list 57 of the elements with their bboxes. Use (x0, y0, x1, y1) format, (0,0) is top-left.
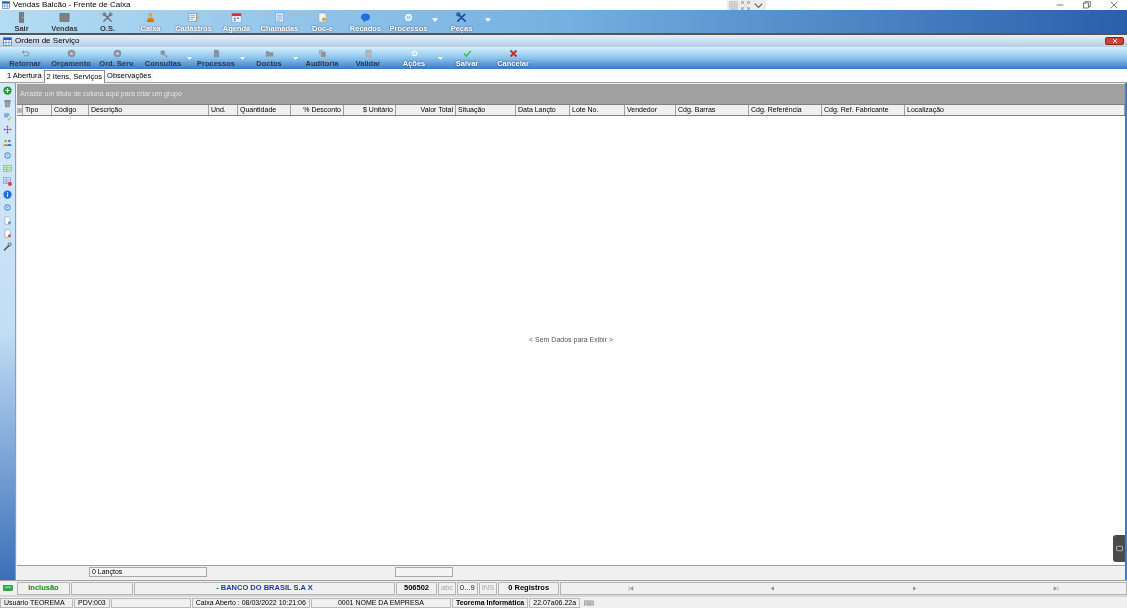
last-page-icon[interactable] (1051, 584, 1059, 592)
keyboard-icon (583, 597, 596, 608)
list-document-icon (363, 49, 373, 58)
window-title: Vendas Balcão - Frente de Caixa (13, 0, 131, 10)
previous-icon[interactable] (769, 584, 777, 592)
first-page-icon[interactable] (628, 584, 636, 592)
document-icon (317, 12, 328, 23)
document-icon[interactable] (3, 216, 12, 225)
fullscreen-icon[interactable] (741, 0, 750, 10)
tools-icon (456, 12, 467, 23)
chevron-down-icon[interactable] (753, 0, 764, 10)
calendar-icon (231, 12, 242, 23)
caret-icon[interactable] (485, 18, 491, 22)
status-light-icon (3, 583, 13, 593)
minimize-icon (1055, 1, 1064, 9)
status-panel (71, 581, 133, 595)
documents-icon (317, 49, 327, 58)
folder-icon (264, 49, 274, 58)
grid-icon[interactable] (729, 0, 738, 10)
speech-bubble-icon (360, 12, 371, 23)
info-icon[interactable] (3, 190, 12, 199)
ring-icon[interactable] (3, 203, 12, 212)
ring-icon[interactable] (3, 151, 12, 160)
table-icon[interactable] (3, 164, 12, 173)
form-title: Ordem de Serviço (15, 35, 80, 47)
check-icon (462, 49, 472, 58)
document-icon (211, 49, 221, 58)
side-panel-tab[interactable] (1113, 535, 1125, 562)
next-icon[interactable] (910, 584, 918, 592)
close-button[interactable] (1105, 37, 1124, 45)
person-icon (145, 12, 156, 23)
close-icon (1109, 1, 1118, 9)
restore-icon (1082, 1, 1091, 9)
caret-icon[interactable] (438, 57, 443, 60)
form-grid-icon (3, 36, 12, 46)
ring-icon (403, 12, 414, 23)
tools-icon (102, 12, 113, 23)
trash-icon[interactable] (3, 99, 12, 108)
close-icon (1111, 38, 1118, 44)
form-edit-icon (188, 12, 199, 23)
list-edit-icon[interactable] (3, 112, 12, 121)
disc-icon (112, 49, 122, 58)
people-icon[interactable] (3, 138, 12, 147)
disc-icon (66, 49, 76, 58)
table-delete-icon[interactable] (3, 177, 12, 186)
search-icon (158, 49, 168, 58)
ring-icon (409, 49, 419, 58)
wrench-icon[interactable] (3, 242, 12, 251)
tab-grip-icon (1114, 544, 1124, 553)
return-arrow-icon (20, 49, 30, 58)
add-icon[interactable] (3, 86, 12, 95)
move-arrows-icon[interactable] (3, 125, 12, 134)
x-mark-icon (508, 49, 518, 58)
document-delete-icon[interactable] (3, 229, 12, 238)
column-chooser-icon[interactable] (17, 106, 22, 114)
caret-icon[interactable] (432, 18, 438, 22)
list-icon (274, 12, 285, 23)
